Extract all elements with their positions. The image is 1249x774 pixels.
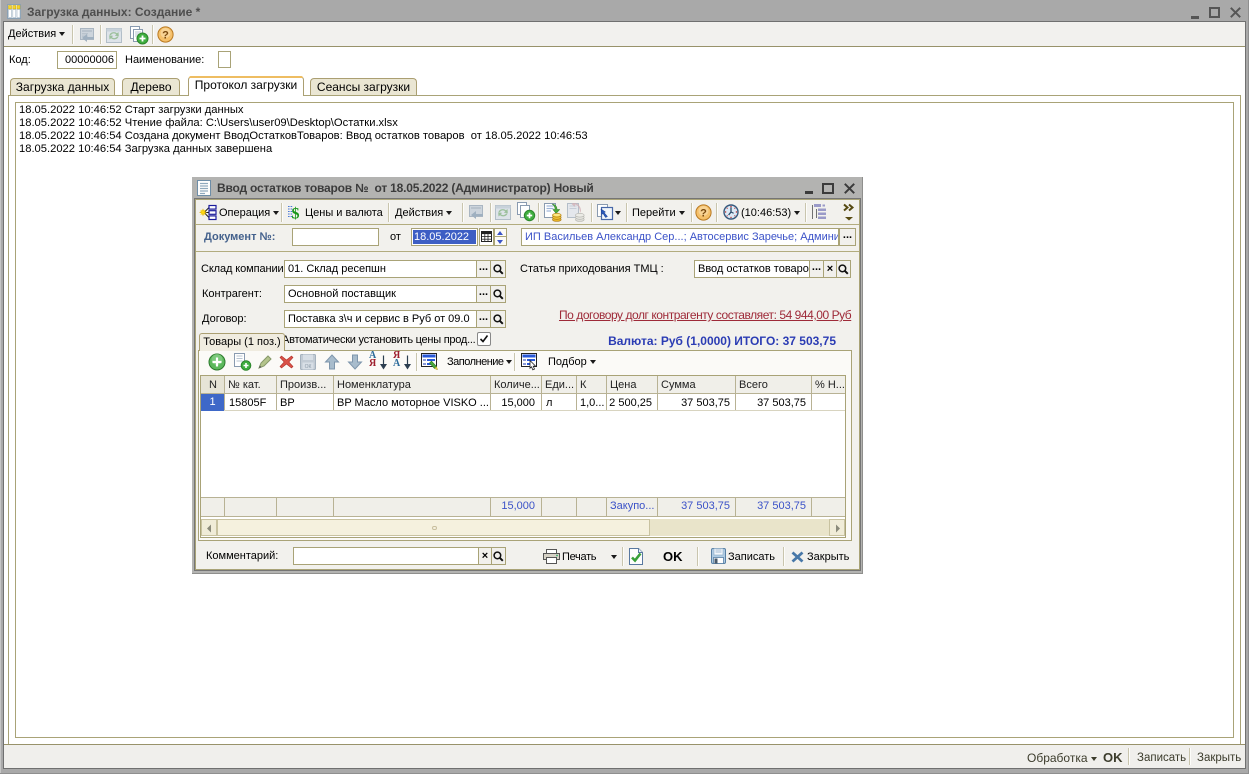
svg-text:$: $ — [292, 206, 300, 222]
svg-text:?: ? — [162, 30, 169, 42]
svg-text:?: ? — [700, 208, 707, 220]
svg-text:ОК: ОК — [305, 364, 312, 370]
